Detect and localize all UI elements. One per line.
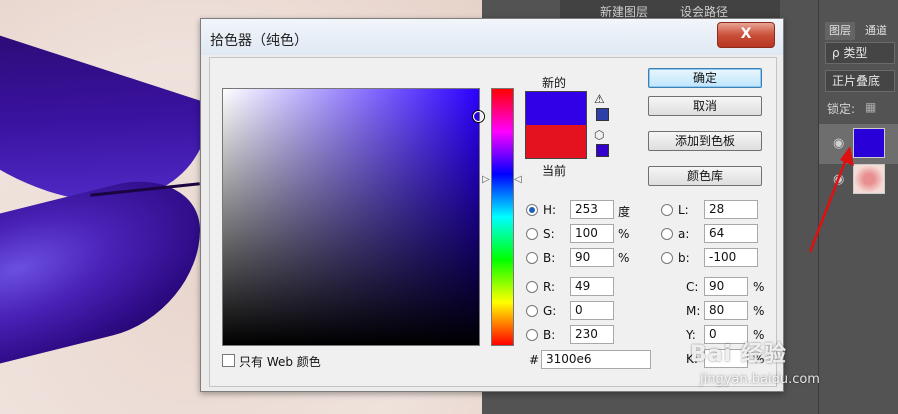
hue-radio[interactable]: [526, 204, 538, 216]
green-label: G:: [543, 304, 557, 318]
lock-label: 锁定:: [827, 102, 856, 116]
add-to-swatches-button[interactable]: 添加到色板: [648, 131, 762, 151]
saturation-unit: %: [618, 227, 630, 241]
dialog-title: 拾色器（纯色）: [210, 33, 308, 49]
lab-b-label: b:: [678, 251, 690, 265]
hue-label: H:: [543, 203, 557, 217]
watermark-url: jingyan.baidu.com: [700, 372, 820, 387]
lab-l-radio[interactable]: [661, 204, 673, 216]
blue-radio[interactable]: [526, 329, 538, 341]
web-colors-only-label: 只有 Web 颜色: [239, 355, 321, 369]
saturation-input[interactable]: 100: [570, 224, 614, 243]
lock-pixels-icon[interactable]: ▦: [865, 100, 876, 114]
saturation-label: S:: [543, 227, 555, 241]
magenta-label: M:: [686, 304, 701, 318]
new-color-label: 新的: [542, 76, 567, 90]
lab-a-input[interactable]: 64: [704, 224, 758, 243]
red-annotation-arrow: [808, 146, 854, 253]
web-safe-cube-icon[interactable]: ⬡: [594, 128, 604, 142]
lower-lip: [0, 163, 200, 379]
gamut-color-swatch[interactable]: [596, 108, 609, 121]
hue-slider-arrow-right-icon[interactable]: ◁: [514, 174, 522, 185]
new-color-swatch: [525, 91, 587, 125]
red-label: R:: [543, 280, 556, 294]
lab-b-input[interactable]: -100: [704, 248, 758, 267]
web-colors-only-checkbox[interactable]: [222, 354, 235, 367]
cancel-button[interactable]: 取消: [648, 96, 762, 116]
brightness-label: B:: [543, 251, 556, 265]
close-button[interactable]: X: [717, 22, 775, 48]
ok-button[interactable]: 确定: [648, 68, 762, 88]
current-color-label: 当前: [542, 164, 567, 178]
green-radio[interactable]: [526, 305, 538, 317]
tab-layers[interactable]: 图层: [825, 22, 855, 40]
hue-input[interactable]: 253: [570, 200, 614, 219]
cyan-unit: %: [753, 280, 765, 294]
hue-unit: 度: [618, 205, 631, 219]
hue-slider[interactable]: [491, 88, 514, 346]
baidu-watermark: Bai 经验: [690, 342, 787, 367]
magenta-input[interactable]: 80: [704, 301, 748, 320]
layer-filter-select[interactable]: ρ 类型: [825, 42, 895, 64]
color-field[interactable]: [222, 88, 484, 346]
blue-label: B:: [543, 328, 556, 342]
red-input[interactable]: 49: [570, 277, 614, 296]
hue-slider-arrow-left-icon[interactable]: ▷: [482, 174, 490, 185]
lab-b-radio[interactable]: [661, 252, 673, 264]
hex-hash-label: #: [529, 353, 540, 367]
dialog-titlebar[interactable]: 拾色器（纯色） X: [201, 19, 783, 55]
color-libraries-button[interactable]: 颜色库: [648, 166, 762, 186]
cyan-input[interactable]: 90: [704, 277, 748, 296]
brightness-radio[interactable]: [526, 252, 538, 264]
web-safe-color-swatch[interactable]: [596, 144, 609, 157]
lab-l-input[interactable]: 28: [704, 200, 758, 219]
tab-channels[interactable]: 通道: [861, 22, 891, 40]
magenta-unit: %: [753, 304, 765, 318]
out-of-gamut-warning-icon[interactable]: ⚠: [594, 92, 605, 106]
current-color-swatch[interactable]: [525, 125, 587, 159]
saturation-radio[interactable]: [526, 228, 538, 240]
blue-input[interactable]: 230: [570, 325, 614, 344]
brightness-unit: %: [618, 251, 630, 265]
color-field-cursor[interactable]: [473, 111, 484, 122]
lab-a-radio[interactable]: [661, 228, 673, 240]
lab-l-label: L:: [678, 203, 689, 217]
brightness-input[interactable]: 90: [570, 248, 614, 267]
cyan-label: C:: [686, 280, 699, 294]
green-input[interactable]: 0: [570, 301, 614, 320]
hex-input[interactable]: 3100e6: [541, 350, 651, 369]
blend-mode-select[interactable]: 正片叠底: [825, 70, 895, 92]
lab-a-label: a:: [678, 227, 690, 241]
red-radio[interactable]: [526, 281, 538, 293]
